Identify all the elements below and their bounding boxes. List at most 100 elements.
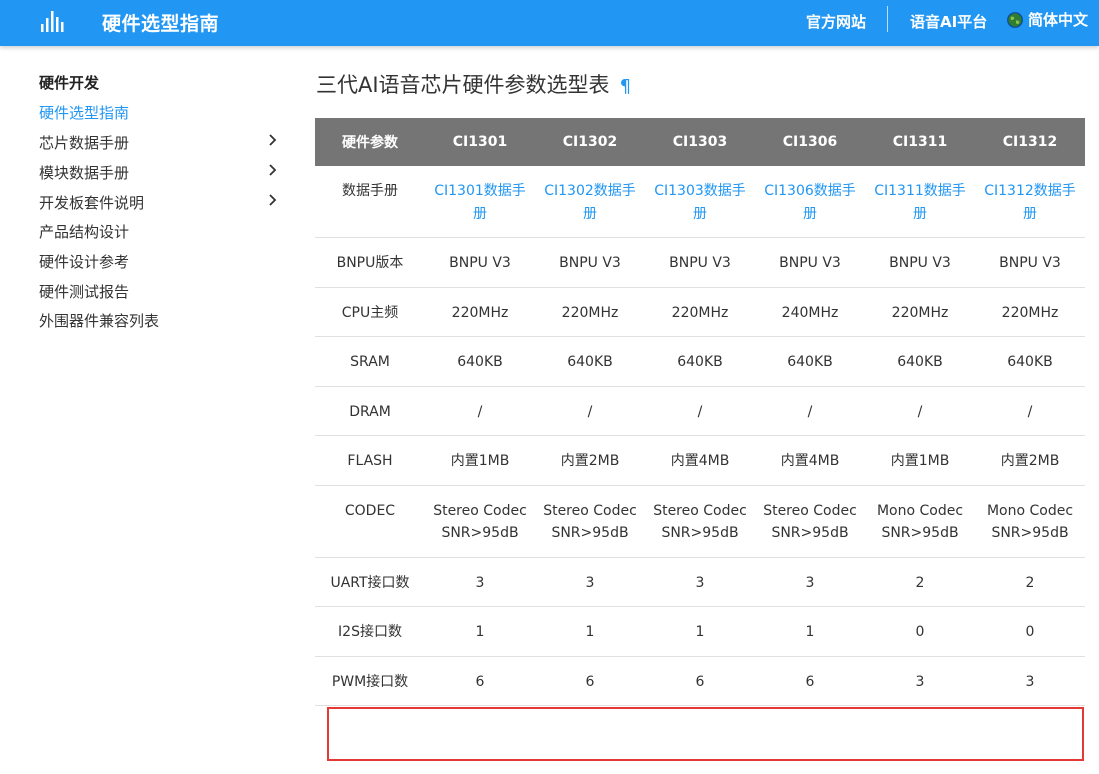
table-cell: 内置1MB <box>425 435 535 486</box>
table-row: FLASH 内置1MB 内置2MB 内置4MB 内置4MB 内置1MB 内置2MB <box>315 435 1085 486</box>
table-row: DRAM / / / / / / <box>315 386 1085 436</box>
table-header-row: 硬件参数 CI1301 CI1302 CI1303 CI1306 CI1311 CI1312 <box>315 118 1085 166</box>
sidebar-item-label: 芯片数据手册 <box>39 134 130 152</box>
table-row: I2S接口数 1 1 1 1 0 0 <box>315 606 1085 657</box>
datasheet-link[interactable]: CI1306数据手册 <box>764 183 856 222</box>
datasheet-link[interactable]: CI1312数据手册 <box>984 183 1076 222</box>
table-cell: 内置4MB <box>645 435 755 486</box>
table-cell: 220MHz <box>425 287 535 337</box>
nav-ai-platform-link[interactable]: 语音AI平台 <box>910 11 987 32</box>
table-cell: / <box>535 386 645 436</box>
highlight-box <box>327 707 1084 761</box>
sidebar-item-label: 产品结构设计 <box>39 223 130 241</box>
table-header-chip: CI1303 <box>645 118 755 166</box>
logo-icon[interactable] <box>40 8 66 34</box>
table-cell: 3 <box>865 656 975 706</box>
table-cell: 6 <box>755 656 865 706</box>
sidebar-item-label: 硬件选型指南 <box>39 104 130 122</box>
spec-table: 硬件参数 CI1301 CI1302 CI1303 CI1306 CI1311 CI1312… <box>315 118 1085 706</box>
nav-official-site-link[interactable]: 官方网站 <box>806 11 866 32</box>
row-label: CPU主频 <box>315 287 425 337</box>
table-row: BNPU版本 BNPU V3 BNPU V3 BNPU V3 BNPU V3 BNPU V… <box>315 237 1085 288</box>
table-cell: BNPU V3 <box>865 237 975 288</box>
sidebar-item-selection-guide[interactable]: 硬件选型指南 <box>39 102 284 126</box>
row-label: FLASH <box>315 435 425 486</box>
table-cell: 220MHz <box>975 287 1085 337</box>
table-cell: CI1312数据手册 <box>975 166 1085 238</box>
nav-divider <box>887 6 888 32</box>
table-cell: 内置2MB <box>975 435 1085 486</box>
table-cell: 0 <box>975 606 1085 657</box>
sidebar-item-peripheral-compat[interactable]: 外围器件兼容列表 <box>39 310 284 334</box>
chevron-right-icon[interactable] <box>268 163 278 177</box>
language-label: 简体中文 <box>1028 11 1089 29</box>
table-cell: BNPU V3 <box>535 237 645 288</box>
table-cell: Stereo Codec SNR>95dB <box>535 485 645 558</box>
sidebar-item-label: 模块数据手册 <box>39 164 130 182</box>
sidebar-item-product-structure[interactable]: 产品结构设计 <box>39 221 284 245</box>
table-header-chip: CI1311 <box>865 118 975 166</box>
table-header-chip: CI1301 <box>425 118 535 166</box>
table-row: SRAM 640KB 640KB 640KB 640KB 640KB 640KB <box>315 336 1085 387</box>
table-cell: Stereo Codec SNR>95dB <box>755 485 865 558</box>
table-cell: CI1302数据手册 <box>535 166 645 238</box>
table-cell: 1 <box>425 606 535 657</box>
table-row: CPU主频 220MHz 220MHz 220MHz 240MHz 220MHz 220MH… <box>315 287 1085 337</box>
sidebar-item-test-reports[interactable]: 硬件测试报告 <box>39 281 284 305</box>
language-selector[interactable]: 简体中文 <box>1007 9 1088 30</box>
table-header-chip: CI1306 <box>755 118 865 166</box>
table-cell: 1 <box>645 606 755 657</box>
table-cell: Mono Codec SNR>95dB <box>975 485 1085 558</box>
page-title: 三代AI语音芯片硬件参数选型表 ¶ <box>316 69 631 99</box>
row-label: PWM接口数 <box>315 656 425 706</box>
table-cell: / <box>425 386 535 436</box>
datasheet-link[interactable]: CI1302数据手册 <box>544 183 636 222</box>
table-cell: CI1303数据手册 <box>645 166 755 238</box>
table-cell: 2 <box>975 557 1085 607</box>
chevron-right-icon[interactable] <box>268 193 278 207</box>
table-header-chip: CI1302 <box>535 118 645 166</box>
table-cell: 3 <box>755 557 865 607</box>
globe-icon <box>1007 11 1023 28</box>
table-cell: 6 <box>425 656 535 706</box>
table-cell: 3 <box>645 557 755 607</box>
sidebar-item-devkit-docs[interactable]: 开发板套件说明 <box>39 192 284 216</box>
table-cell: 2 <box>865 557 975 607</box>
row-label: I2S接口数 <box>315 606 425 657</box>
table-cell: 6 <box>645 656 755 706</box>
row-label: 数据手册 <box>315 166 425 238</box>
table-cell: 640KB <box>755 336 865 387</box>
table-cell: 1 <box>535 606 645 657</box>
datasheet-link[interactable]: CI1311数据手册 <box>874 183 966 222</box>
table-cell: / <box>975 386 1085 436</box>
table-cell: 640KB <box>425 336 535 387</box>
page-title-text: 三代AI语音芯片硬件参数选型表 <box>316 73 610 97</box>
site-title[interactable]: 硬件选型指南 <box>102 9 219 36</box>
table-cell: 6 <box>535 656 645 706</box>
table-cell: / <box>755 386 865 436</box>
chevron-right-icon[interactable] <box>268 133 278 147</box>
table-cell: 0 <box>865 606 975 657</box>
sidebar-item-module-datasheets[interactable]: 模块数据手册 <box>39 162 284 186</box>
table-cell: 220MHz <box>645 287 755 337</box>
table-cell: 240MHz <box>755 287 865 337</box>
table-cell: CI1306数据手册 <box>755 166 865 238</box>
datasheet-link[interactable]: CI1303数据手册 <box>654 183 746 222</box>
table-cell: 640KB <box>975 336 1085 387</box>
table-cell: Mono Codec SNR>95dB <box>865 485 975 558</box>
table-row: CODEC Stereo Codec SNR>95dB Stereo Codec S… <box>315 485 1085 558</box>
sidebar-item-label: 硬件设计参考 <box>39 253 130 271</box>
permalink-anchor[interactable]: ¶ <box>620 76 631 97</box>
table-cell: BNPU V3 <box>425 237 535 288</box>
table-cell: 3 <box>535 557 645 607</box>
sidebar-item-design-reference[interactable]: 硬件设计参考 <box>39 251 284 275</box>
table-cell: CI1301数据手册 <box>425 166 535 238</box>
table-cell: 640KB <box>535 336 645 387</box>
table-cell: 内置2MB <box>535 435 645 486</box>
sidebar-item-chip-datasheets[interactable]: 芯片数据手册 <box>39 132 284 156</box>
table-cell: 内置1MB <box>865 435 975 486</box>
datasheet-link[interactable]: CI1301数据手册 <box>434 183 526 222</box>
table-cell: Stereo Codec SNR>95dB <box>645 485 755 558</box>
table-cell: CI1311数据手册 <box>865 166 975 238</box>
row-label: DRAM <box>315 386 425 436</box>
